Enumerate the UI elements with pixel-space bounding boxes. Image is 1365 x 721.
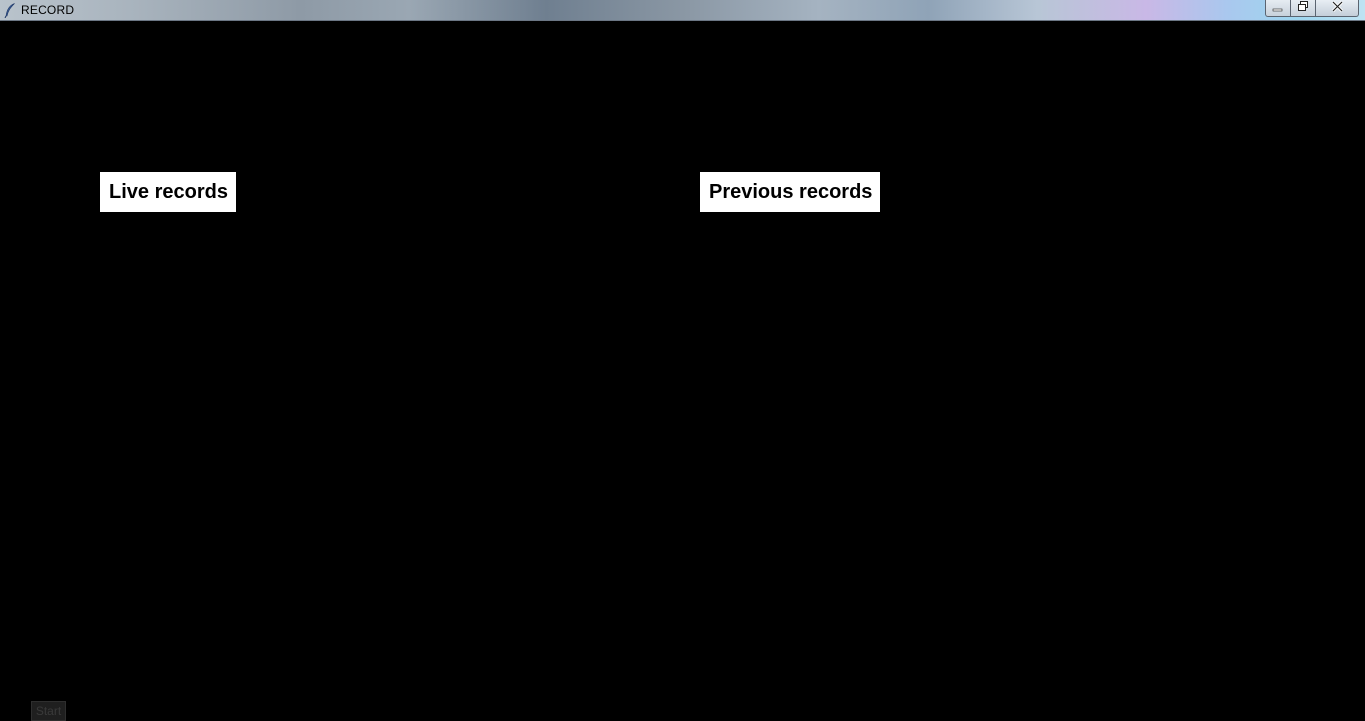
- restore-icon: [1297, 0, 1309, 17]
- title-bar[interactable]: RECORD: [0, 0, 1365, 21]
- close-button[interactable]: [1315, 0, 1359, 17]
- previous-records-label: Previous records: [700, 172, 881, 212]
- minimize-icon: [1272, 0, 1284, 17]
- window-controls: [1265, 0, 1359, 18]
- live-records-label: Live records: [100, 172, 236, 212]
- start-button[interactable]: Start: [31, 701, 66, 721]
- app-window: RECORD Live records Previous records Sta…: [0, 0, 1365, 721]
- minimize-button[interactable]: [1265, 0, 1291, 17]
- window-title: RECORD: [21, 3, 75, 17]
- close-icon: [1331, 0, 1344, 17]
- maximize-button[interactable]: [1290, 0, 1316, 17]
- feather-icon: [4, 3, 16, 19]
